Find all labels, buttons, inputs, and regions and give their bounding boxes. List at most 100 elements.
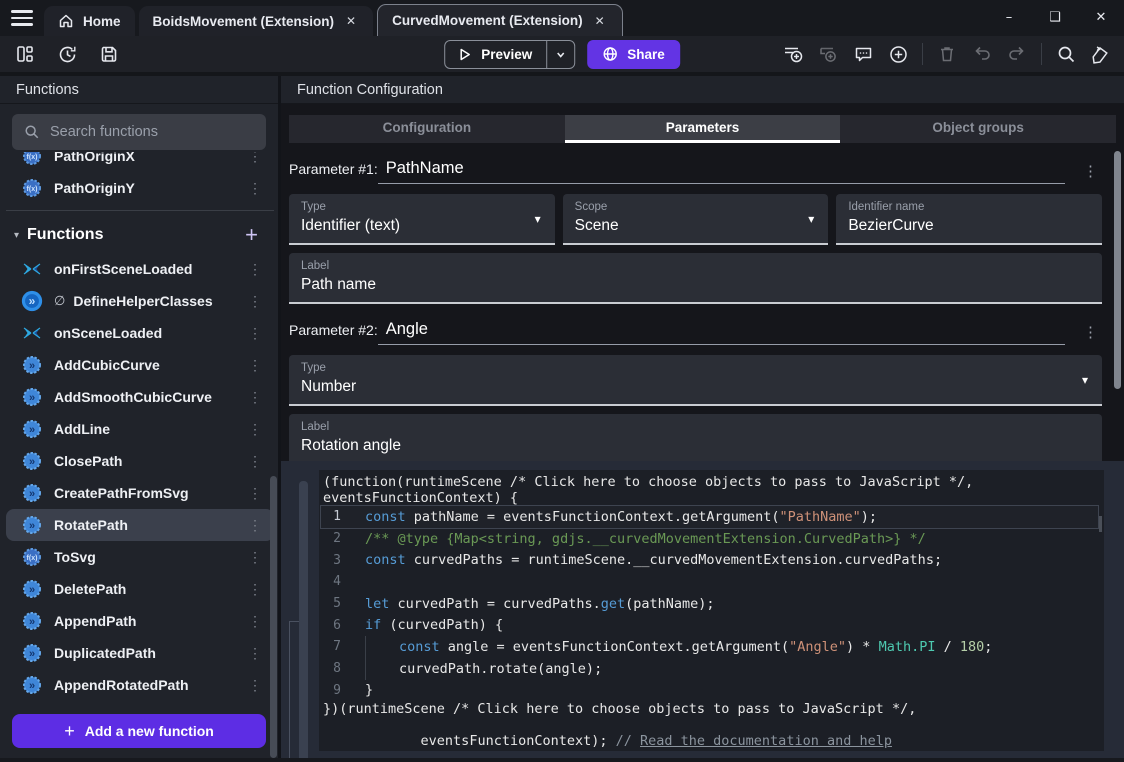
undo-icon[interactable]	[971, 43, 993, 65]
minimize-button[interactable]: –	[986, 0, 1032, 34]
code-line-5[interactable]: 5let curvedPath = curvedPaths.get(pathNa…	[321, 593, 1098, 615]
add-subevent-icon[interactable]	[817, 43, 839, 65]
item-menu-icon[interactable]: ⋮	[242, 293, 268, 310]
section-add-icon[interactable]: +	[237, 224, 266, 246]
sidebar-item-definehelperclasses[interactable]: »∅DefineHelperClasses⋮	[6, 285, 274, 317]
tab-close-icon[interactable]: ✕	[592, 12, 608, 30]
sidebar-item-deletepath[interactable]: »DeletePath⋮	[6, 573, 274, 605]
item-menu-icon[interactable]: ⋮	[242, 180, 268, 197]
search-functions-input[interactable]	[50, 124, 254, 140]
tab-boidsmovement-extension-[interactable]: BoidsMovement (Extension)✕	[139, 6, 374, 36]
item-menu-icon[interactable]: ⋮	[242, 613, 268, 630]
type-field[interactable]: TypeNumber▾	[289, 355, 1102, 406]
item-menu-icon[interactable]: ⋮	[242, 389, 268, 406]
titlebar: HomeBoidsMovement (Extension)✕CurvedMove…	[0, 0, 1124, 36]
chevron-down-icon[interactable]: ▾	[14, 230, 19, 241]
history-icon[interactable]	[56, 43, 78, 65]
expression-function-icon: f(x)	[20, 545, 44, 569]
item-menu-icon[interactable]: ⋮	[242, 677, 268, 694]
label-field[interactable]: LabelPath name	[289, 253, 1102, 304]
events-scrollbar[interactable]	[299, 481, 308, 758]
search-icon[interactable]	[1055, 43, 1077, 65]
parameter-name-input[interactable]: Angle	[378, 320, 1065, 345]
parameters-scrollbar[interactable]	[1114, 151, 1121, 389]
sidebar-item-tosvg[interactable]: f(x)ToSvg⋮	[6, 541, 274, 573]
code-line-1[interactable]: 1const pathName = eventsFunctionContext.…	[321, 506, 1098, 528]
sidebar-item-createpathfromsvg[interactable]: »CreatePathFromSvg⋮	[6, 477, 274, 509]
preview-button[interactable]: Preview	[445, 47, 546, 62]
function-name: DefineHelperClasses	[73, 293, 212, 309]
sidebar-item-appendpath[interactable]: »AppendPath⋮	[6, 605, 274, 637]
code-header[interactable]: (function(runtimeScene /* Click here to …	[321, 474, 1098, 506]
label-field[interactable]: LabelRotation angle	[289, 414, 1102, 461]
sidebar-item-duplicatedpath[interactable]: »DuplicatedPath⋮	[6, 637, 274, 669]
tab-home[interactable]: Home	[44, 6, 135, 36]
code-line-7[interactable]: 7const angle = eventsFunctionContext.get…	[321, 636, 1098, 658]
code-line-2[interactable]: 2/** @type {Map<string, gdjs.__curvedMov…	[321, 528, 1098, 550]
item-menu-icon[interactable]: ⋮	[242, 152, 268, 165]
code-line-4[interactable]: 4	[321, 571, 1098, 593]
sidebar-item-onfirstsceneloaded[interactable]: onFirstSceneLoaded⋮	[6, 253, 274, 285]
tab-parameters[interactable]: Parameters	[565, 115, 841, 143]
code-line-9[interactable]: 9}	[321, 680, 1098, 702]
action-function-icon: »	[20, 641, 44, 665]
close-button[interactable]: ✕	[1078, 0, 1124, 34]
main-menu-icon[interactable]	[0, 0, 44, 36]
indent-guide	[365, 658, 366, 680]
open-editors-panel-icon[interactable]	[14, 43, 36, 65]
js-code-editor[interactable]: (function(runtimeScene /* Click here to …	[319, 470, 1104, 751]
scope-field[interactable]: ScopeScene▾	[563, 194, 829, 245]
add-new-function-button[interactable]: + Add a new function	[12, 714, 266, 748]
add-event-icon[interactable]	[782, 43, 804, 65]
identifier-name-field[interactable]: Identifier nameBezierCurve	[836, 194, 1102, 245]
item-menu-icon[interactable]: ⋮	[242, 325, 268, 342]
code-footer[interactable]: })(runtimeScene /* Click here to choose …	[321, 701, 1098, 717]
code-line-8[interactable]: 8curvedPath.rotate(angle);	[321, 658, 1098, 680]
maximize-button[interactable]: ❑	[1032, 0, 1078, 34]
item-menu-icon[interactable]: ⋮	[242, 517, 268, 534]
sidebar-scrollbar[interactable]	[270, 476, 277, 758]
sidebar-item-pathoriginx[interactable]: f(x)PathOriginX⋮	[6, 152, 274, 172]
item-menu-icon[interactable]: ⋮	[242, 549, 268, 566]
documentation-link[interactable]: Read the documentation and help	[640, 733, 892, 749]
tab-object-groups[interactable]: Object groups	[840, 115, 1116, 143]
code-line-6[interactable]: 6if (curvedPath) {	[321, 614, 1098, 636]
editor-tabs: HomeBoidsMovement (Extension)✕CurvedMove…	[44, 0, 623, 36]
sidebar-item-addline[interactable]: »AddLine⋮	[6, 413, 274, 445]
search-functions-box[interactable]	[12, 114, 266, 150]
code-line-3[interactable]: 3const curvedPaths = runtimeScene.__curv…	[321, 549, 1098, 571]
tab-curvedmovement-extension-[interactable]: CurvedMovement (Extension)✕	[377, 4, 623, 36]
save-icon[interactable]	[98, 43, 120, 65]
sidebar-item-rotatepath[interactable]: »RotatePath⋮	[6, 509, 274, 541]
share-button[interactable]: Share	[587, 40, 680, 69]
redo-icon[interactable]	[1006, 43, 1028, 65]
sidebar-item-speedscaley[interactable]: f(x)SpeedScaleY⋮	[6, 701, 274, 706]
add-comment-icon[interactable]	[852, 43, 874, 65]
svg-text:»: »	[29, 424, 35, 436]
item-menu-icon[interactable]: ⋮	[242, 261, 268, 278]
sidebar-item-onsceneloaded[interactable]: onSceneLoaded⋮	[6, 317, 274, 349]
type-field[interactable]: TypeIdentifier (text)▾	[289, 194, 555, 245]
parameter-name-input[interactable]: PathName	[378, 159, 1065, 184]
add-new-icon[interactable]	[887, 43, 909, 65]
preview-options-caret[interactable]	[546, 41, 574, 68]
sidebar-item-appendrotatedpath[interactable]: »AppendRotatedPath⋮	[6, 669, 274, 701]
sidebar-item-closepath[interactable]: »ClosePath⋮	[6, 445, 274, 477]
item-menu-icon[interactable]: ⋮	[242, 485, 268, 502]
parameter-menu-icon[interactable]: ⋮	[1079, 323, 1102, 345]
item-menu-icon[interactable]: ⋮	[242, 645, 268, 662]
action-function-icon: »	[20, 289, 44, 313]
delete-icon[interactable]	[936, 43, 958, 65]
tab-close-icon[interactable]: ✕	[343, 12, 359, 30]
item-menu-icon[interactable]: ⋮	[242, 357, 268, 374]
edit-extension-icon[interactable]	[1090, 43, 1112, 65]
item-menu-icon[interactable]: ⋮	[242, 453, 268, 470]
tab-configuration[interactable]: Configuration	[289, 115, 565, 143]
sidebar-item-addcubiccurve[interactable]: »AddCubicCurve⋮	[6, 349, 274, 381]
item-menu-icon[interactable]: ⋮	[242, 581, 268, 598]
parameter-menu-icon[interactable]: ⋮	[1079, 162, 1102, 184]
item-menu-icon[interactable]: ⋮	[242, 421, 268, 438]
sidebar-item-pathoriginy[interactable]: f(x)PathOriginY⋮	[6, 172, 274, 204]
parameter-header-row: Parameter #1:PathName⋮	[289, 159, 1102, 184]
sidebar-item-addsmoothcubiccurve[interactable]: »AddSmoothCubicCurve⋮	[6, 381, 274, 413]
